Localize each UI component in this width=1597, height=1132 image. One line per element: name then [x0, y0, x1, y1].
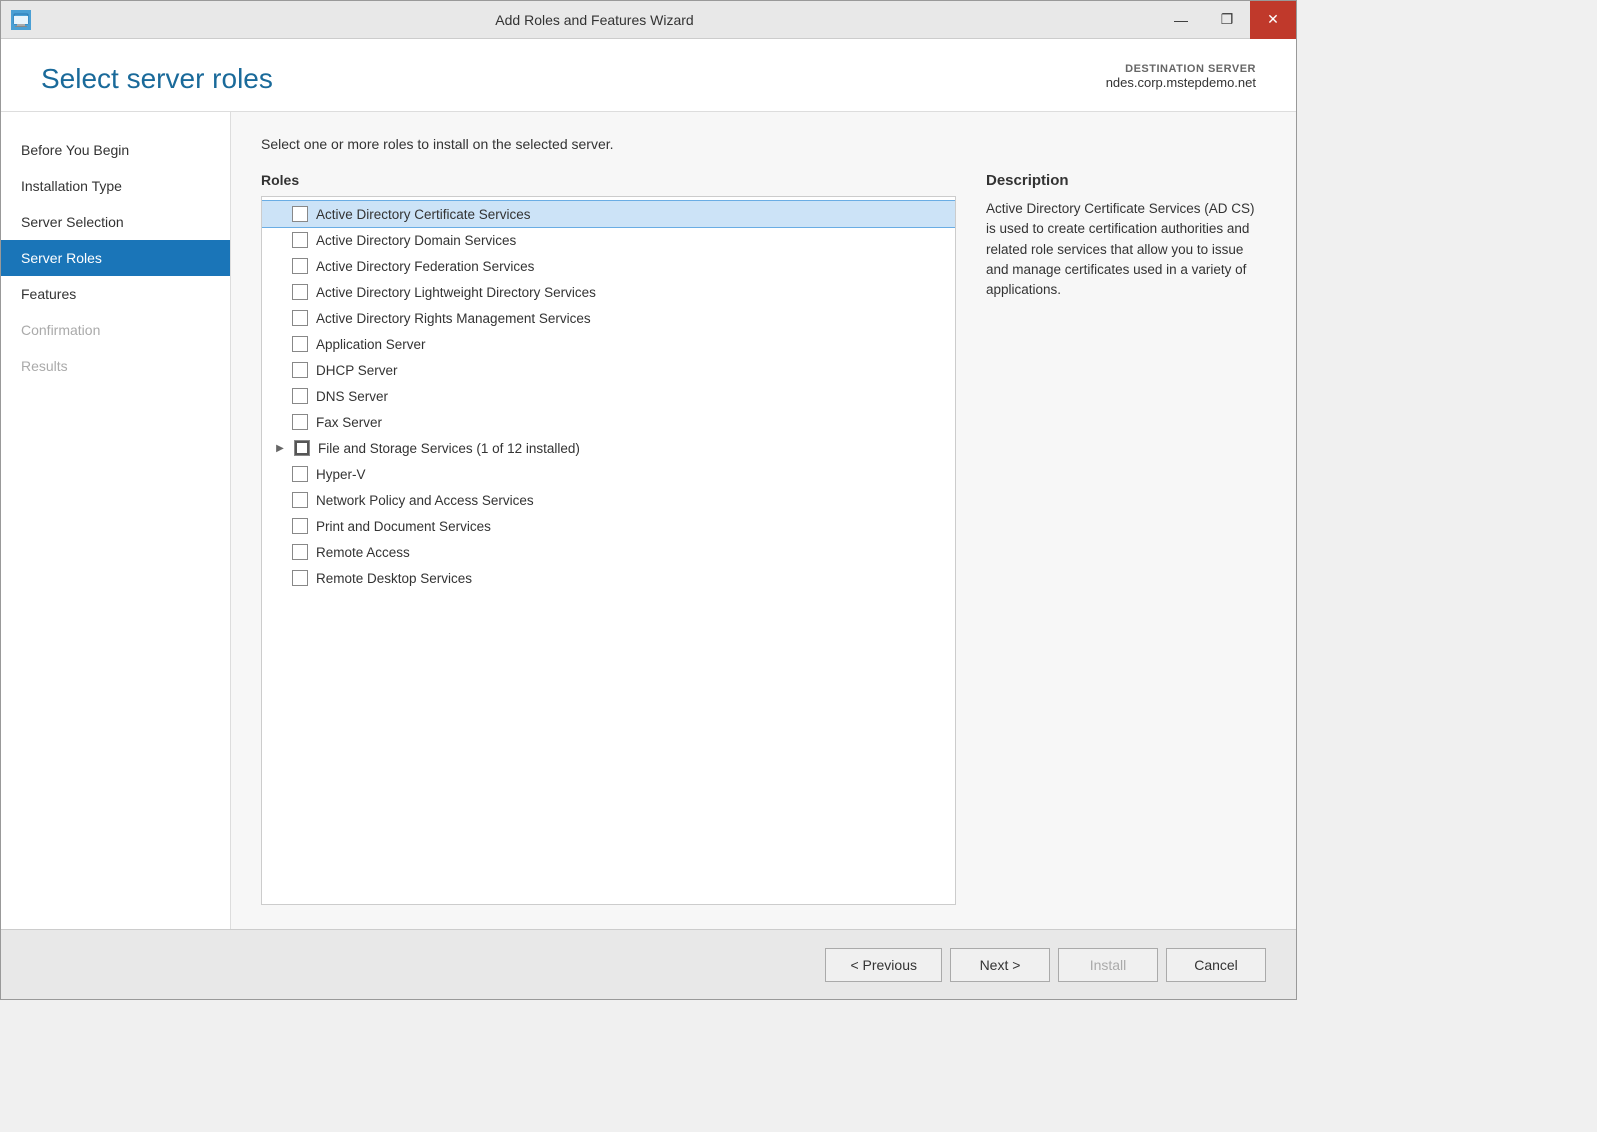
- role-checkbox[interactable]: [292, 206, 308, 222]
- role-checkbox[interactable]: [292, 466, 308, 482]
- sidebar-item-installation-type[interactable]: Installation Type: [1, 168, 230, 204]
- body-area: Before You Begin Installation Type Serve…: [1, 112, 1296, 929]
- sidebar-item-server-roles[interactable]: Server Roles: [1, 240, 230, 276]
- content-description: Select one or more roles to install on t…: [261, 136, 1266, 152]
- roles-list-container: Active Directory Certificate Services Ac…: [261, 196, 956, 905]
- destination-server: DESTINATION SERVER ndes.corp.mstepdemo.n…: [1106, 63, 1256, 90]
- role-item[interactable]: Active Directory Federation Services: [262, 253, 955, 279]
- role-name: File and Storage Services (1 of 12 insta…: [318, 441, 580, 456]
- role-checkbox[interactable]: [292, 518, 308, 534]
- sidebar-item-confirmation: Confirmation: [1, 312, 230, 348]
- role-checkbox[interactable]: [292, 310, 308, 326]
- role-name: Remote Desktop Services: [316, 571, 472, 586]
- role-name: DHCP Server: [316, 363, 398, 378]
- install-button[interactable]: Install: [1058, 948, 1158, 982]
- role-checkbox[interactable]: [294, 440, 310, 456]
- roles-label: Roles: [261, 172, 956, 188]
- previous-button[interactable]: < Previous: [825, 948, 942, 982]
- role-name: Remote Access: [316, 545, 410, 560]
- role-name: Hyper-V: [316, 467, 366, 482]
- role-name: Active Directory Certificate Services: [316, 207, 531, 222]
- role-checkbox[interactable]: [292, 284, 308, 300]
- role-checkbox[interactable]: [292, 336, 308, 352]
- minimize-button[interactable]: —: [1158, 1, 1204, 39]
- main-content: Select server roles DESTINATION SERVER n…: [1, 39, 1296, 999]
- destination-label: DESTINATION SERVER: [1106, 63, 1256, 75]
- role-item-file-storage[interactable]: ▶ File and Storage Services (1 of 12 ins…: [262, 435, 955, 461]
- role-item[interactable]: Print and Document Services: [262, 513, 955, 539]
- role-item[interactable]: Network Policy and Access Services: [262, 487, 955, 513]
- description-text: Active Directory Certificate Services (A…: [986, 199, 1266, 300]
- role-item[interactable]: DHCP Server: [262, 357, 955, 383]
- next-button[interactable]: Next >: [950, 948, 1050, 982]
- role-name: Print and Document Services: [316, 519, 491, 534]
- maximize-button[interactable]: ❐: [1204, 1, 1250, 39]
- header-area: Select server roles DESTINATION SERVER n…: [1, 39, 1296, 112]
- footer: < Previous Next > Install Cancel: [1, 929, 1296, 999]
- sidebar-item-results: Results: [1, 348, 230, 384]
- content-panel: Select one or more roles to install on t…: [231, 112, 1296, 929]
- wizard-window: Add Roles and Features Wizard — ❐ ✕ Sele…: [0, 0, 1297, 1000]
- roles-description-row: Roles Active Directory Certificate Servi…: [261, 172, 1266, 905]
- role-item[interactable]: Active Directory Domain Services: [262, 227, 955, 253]
- role-item[interactable]: Remote Access: [262, 539, 955, 565]
- role-checkbox[interactable]: [292, 362, 308, 378]
- page-title: Select server roles: [41, 63, 273, 95]
- role-checkbox[interactable]: [292, 232, 308, 248]
- role-item[interactable]: DNS Server: [262, 383, 955, 409]
- role-item[interactable]: Active Directory Lightweight Directory S…: [262, 279, 955, 305]
- role-name: Active Directory Federation Services: [316, 259, 534, 274]
- role-checkbox[interactable]: [292, 388, 308, 404]
- sidebar: Before You Begin Installation Type Serve…: [1, 112, 231, 929]
- role-item[interactable]: Active Directory Certificate Services: [262, 201, 955, 227]
- window-controls: — ❐ ✕: [1158, 1, 1296, 39]
- role-name: Active Directory Rights Management Servi…: [316, 311, 591, 326]
- sidebar-item-features[interactable]: Features: [1, 276, 230, 312]
- description-title: Description: [986, 172, 1266, 189]
- role-checkbox[interactable]: [292, 544, 308, 560]
- role-name: Active Directory Domain Services: [316, 233, 516, 248]
- role-checkbox[interactable]: [292, 570, 308, 586]
- role-name: Network Policy and Access Services: [316, 493, 534, 508]
- sidebar-item-before-you-begin[interactable]: Before You Begin: [1, 132, 230, 168]
- destination-name: ndes.corp.mstepdemo.net: [1106, 75, 1256, 90]
- role-name: Active Directory Lightweight Directory S…: [316, 285, 596, 300]
- roles-section: Roles Active Directory Certificate Servi…: [261, 172, 956, 905]
- role-checkbox[interactable]: [292, 414, 308, 430]
- role-checkbox[interactable]: [292, 258, 308, 274]
- role-item[interactable]: Fax Server: [262, 409, 955, 435]
- role-item[interactable]: Hyper-V: [262, 461, 955, 487]
- role-item[interactable]: Active Directory Rights Management Servi…: [262, 305, 955, 331]
- role-name: Fax Server: [316, 415, 382, 430]
- sidebar-item-server-selection[interactable]: Server Selection: [1, 204, 230, 240]
- role-name: DNS Server: [316, 389, 388, 404]
- role-checkbox[interactable]: [292, 492, 308, 508]
- app-icon: [11, 10, 31, 30]
- window-title: Add Roles and Features Wizard: [31, 12, 1158, 28]
- expand-arrow-icon[interactable]: ▶: [274, 442, 286, 454]
- roles-list[interactable]: Active Directory Certificate Services Ac…: [262, 197, 955, 904]
- titlebar: Add Roles and Features Wizard — ❐ ✕: [1, 1, 1296, 39]
- role-item[interactable]: Remote Desktop Services: [262, 565, 955, 591]
- close-button[interactable]: ✕: [1250, 1, 1296, 39]
- description-panel: Description Active Directory Certificate…: [986, 172, 1266, 905]
- role-item[interactable]: Application Server: [262, 331, 955, 357]
- cancel-button[interactable]: Cancel: [1166, 948, 1266, 982]
- role-name: Application Server: [316, 337, 426, 352]
